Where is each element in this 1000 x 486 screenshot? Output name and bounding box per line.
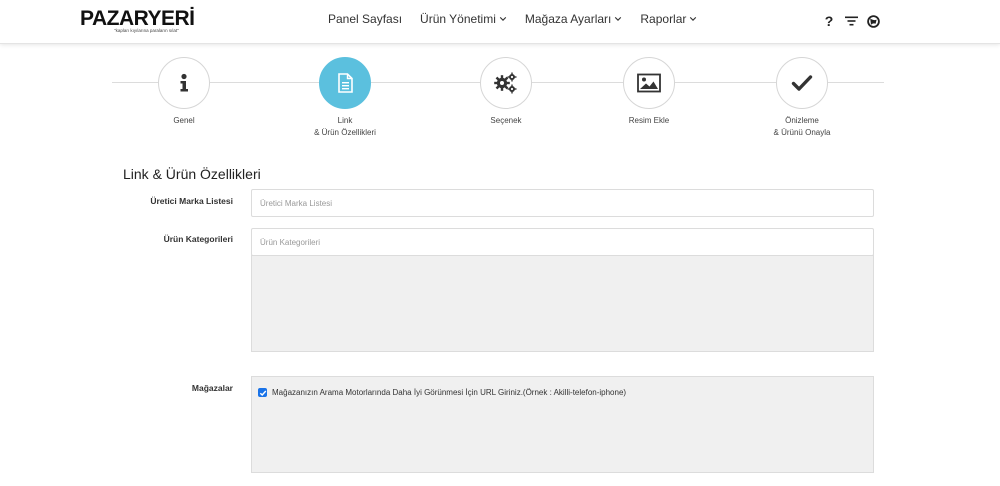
image-icon bbox=[637, 73, 661, 93]
chevron-down-icon bbox=[615, 16, 622, 21]
step-genel[interactable]: Genel bbox=[124, 57, 244, 127]
info-icon bbox=[180, 73, 188, 92]
chevron-down-icon bbox=[499, 16, 507, 21]
step-label-line1: Resim Ekle bbox=[628, 116, 670, 125]
nav-magaza-ayarlari[interactable]: Mağaza Ayarları bbox=[525, 12, 623, 26]
brand-list-input[interactable] bbox=[251, 189, 874, 217]
chevron-down-icon bbox=[690, 16, 697, 21]
step-label: Link & Ürün Özellikleri bbox=[314, 115, 376, 139]
step-circle bbox=[776, 57, 828, 109]
header-icons: ? bbox=[822, 14, 888, 28]
top-header: PAZARYERİ "kapları kıyılarına paraların … bbox=[0, 0, 1000, 44]
step-circle bbox=[480, 57, 532, 109]
help-icon[interactable]: ? bbox=[822, 14, 836, 28]
step-label-line2: & Ürün Özellikleri bbox=[314, 128, 376, 137]
step-label-line1: Link bbox=[337, 116, 353, 125]
gears-icon bbox=[494, 72, 517, 94]
step-circle-active bbox=[319, 57, 371, 109]
filter-icon[interactable] bbox=[844, 14, 858, 28]
checkmark-icon bbox=[791, 75, 813, 91]
seo-url-checkbox-row[interactable]: Mağazanızın Arama Motorlarında Daha İyi … bbox=[258, 388, 626, 397]
logo[interactable]: PAZARYERİ "kapları kıyılarına paraların … bbox=[80, 7, 195, 34]
categories-input[interactable] bbox=[251, 228, 874, 256]
step-onizleme[interactable]: Önizleme & Ürünü Onayla bbox=[742, 57, 862, 139]
nav-panel-sayfasi[interactable]: Panel Sayfası bbox=[328, 12, 402, 26]
checkbox-check-icon bbox=[259, 390, 266, 396]
seo-url-checkbox-label: Mağazanızın Arama Motorlarında Daha İyi … bbox=[272, 388, 627, 397]
brand-list-label: Üretici Marka Listesi bbox=[150, 196, 233, 206]
section-title: Link & Ürün Özellikleri bbox=[123, 166, 261, 182]
nav-label: Mağaza Ayarları bbox=[524, 12, 612, 26]
step-circle bbox=[158, 57, 210, 109]
nav-raporlar[interactable]: Raporlar bbox=[640, 12, 697, 26]
main-nav: Panel Sayfası Ürün Yönetimi Mağaza Ayarl… bbox=[328, 12, 715, 26]
nav-urun-yonetimi[interactable]: Ürün Yönetimi bbox=[420, 12, 507, 26]
step-resim-ekle[interactable]: Resim Ekle bbox=[589, 57, 709, 127]
step-label: Genel bbox=[173, 115, 194, 127]
nav-label: Ürün Yönetimi bbox=[420, 12, 496, 26]
logo-tagline: "kapları kıyılarına paraların sılat" bbox=[114, 28, 179, 33]
categories-list-box[interactable] bbox=[251, 255, 874, 352]
document-icon bbox=[338, 73, 353, 93]
globe-icon[interactable] bbox=[866, 14, 880, 28]
step-circle bbox=[623, 57, 675, 109]
step-label-line1: Genel bbox=[173, 116, 195, 125]
step-label-line1: Seçenek bbox=[490, 116, 522, 125]
step-label-line1: Önizleme bbox=[785, 116, 819, 125]
step-secenek[interactable]: Seçenek bbox=[446, 57, 566, 127]
nav-label: Raporlar bbox=[640, 12, 687, 26]
categories-label: Ürün Kategorileri bbox=[163, 234, 233, 244]
nav-label: Panel Sayfası bbox=[328, 12, 403, 26]
stores-label: Mağazalar bbox=[191, 383, 233, 393]
step-label: Resim Ekle bbox=[629, 115, 669, 127]
step-label: Önizleme & Ürünü Onayla bbox=[774, 115, 831, 139]
step-label: Seçenek bbox=[490, 115, 521, 127]
step-link-urun-ozellikleri[interactable]: Link & Ürün Özellikleri bbox=[285, 57, 405, 139]
logo-text: PAZARYERİ bbox=[80, 7, 195, 30]
step-label-line2: & Ürünü Onayla bbox=[773, 128, 831, 137]
seo-url-checkbox[interactable] bbox=[258, 388, 267, 397]
